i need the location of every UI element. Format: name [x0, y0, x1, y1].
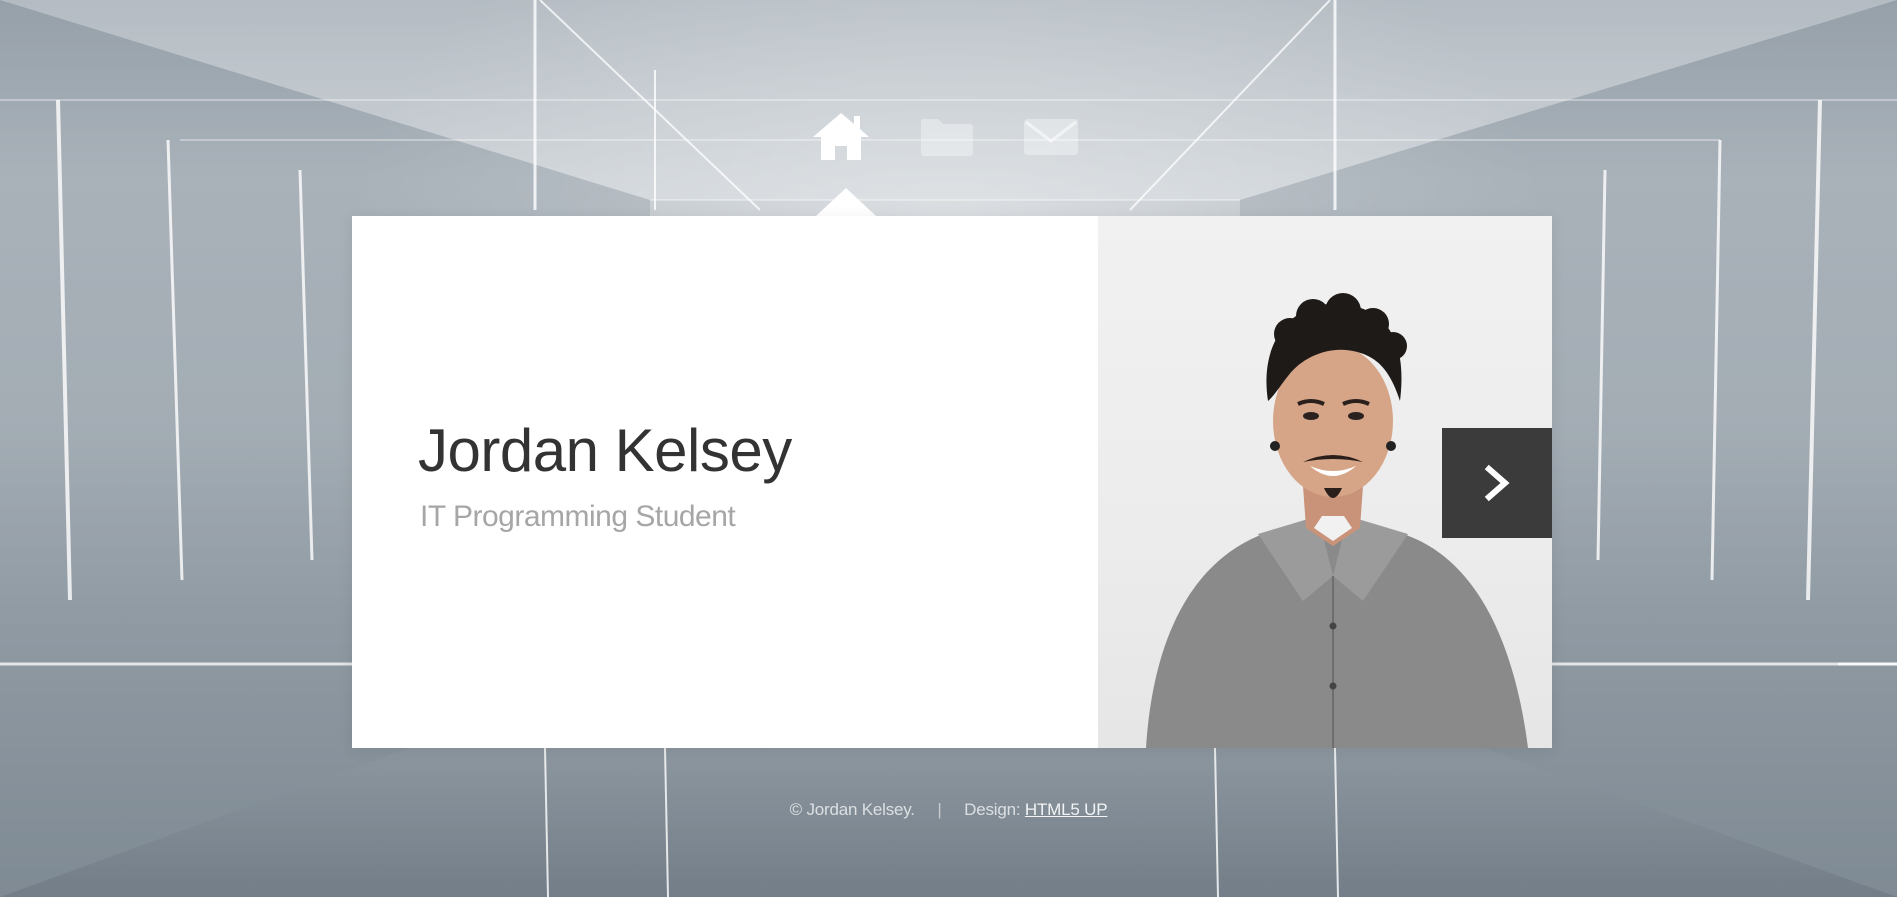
nav-home[interactable]	[810, 108, 872, 164]
nav-folder[interactable]	[915, 108, 977, 164]
nav-active-pointer	[816, 188, 876, 216]
page-background: Jordan Kelsey IT Programming Student © J…	[0, 0, 1897, 897]
person-name: Jordan Kelsey	[418, 417, 792, 484]
footer-copyright: © Jordan Kelsey.	[789, 800, 915, 819]
footer-separator: |	[937, 800, 942, 819]
footer-design-link[interactable]: HTML5 UP	[1025, 800, 1108, 819]
chevron-right-icon	[1484, 464, 1510, 502]
intro-card: Jordan Kelsey IT Programming Student	[352, 216, 1552, 748]
footer-design-label: Design:	[964, 800, 1021, 819]
nav-contact[interactable]	[1020, 108, 1082, 164]
footer: © Jordan Kelsey. | Design: HTML5 UP	[0, 800, 1897, 820]
envelope-icon	[1024, 119, 1078, 155]
next-button[interactable]	[1442, 428, 1552, 538]
main-nav	[810, 108, 1090, 168]
folder-icon	[920, 119, 973, 156]
intro-text: Jordan Kelsey IT Programming Student	[418, 416, 1058, 535]
person-title: IT Programming Student	[420, 500, 736, 533]
home-icon	[813, 113, 869, 160]
